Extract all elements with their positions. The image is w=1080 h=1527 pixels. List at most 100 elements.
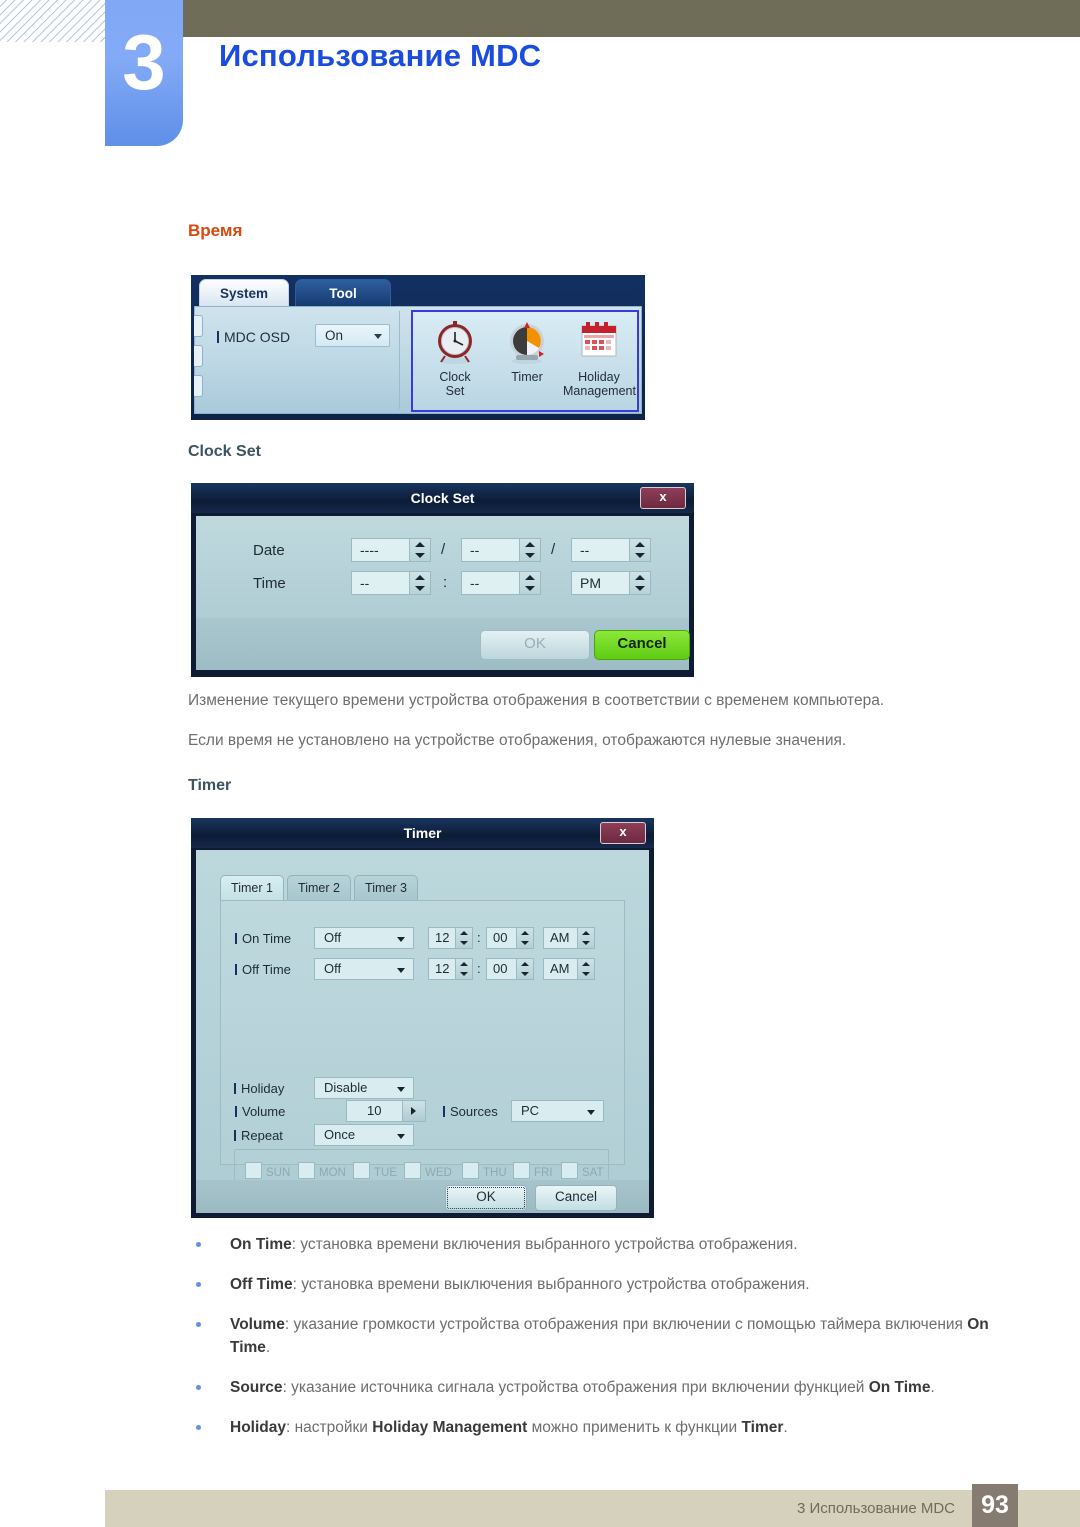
- off-time-mode-select[interactable]: Off: [314, 958, 414, 980]
- tool-clock-set-label1: Clock: [439, 370, 471, 384]
- date-month-value: --: [470, 542, 480, 558]
- bullet-tail: .: [783, 1418, 788, 1436]
- bullet-text: : установка времени включения выбранного…: [291, 1236, 798, 1253]
- checkbox[interactable]: [298, 1162, 315, 1179]
- spinner-buttons[interactable]: [629, 572, 650, 594]
- holiday-label: Holiday: [234, 1081, 284, 1096]
- panel-divider: [399, 311, 400, 409]
- timer-icon: [510, 322, 544, 364]
- time-hour-spinner[interactable]: --: [351, 571, 431, 595]
- weekday-mon[interactable]: MON: [298, 1162, 346, 1181]
- timer-footer: OK Cancel: [196, 1180, 649, 1213]
- tab-timer-1[interactable]: Timer 1: [220, 875, 284, 901]
- on-time-label: On Time: [235, 931, 291, 946]
- spinner-buttons[interactable]: [516, 928, 533, 948]
- date-separator-2: /: [551, 541, 556, 558]
- time-meridiem-spinner[interactable]: PM: [571, 571, 651, 595]
- clock-set-footer: OK Cancel: [196, 618, 690, 670]
- sources-select[interactable]: PC: [511, 1100, 604, 1122]
- date-day-value: --: [580, 542, 590, 558]
- weekday-tue[interactable]: TUE: [353, 1162, 397, 1181]
- tab-system[interactable]: System: [199, 279, 289, 307]
- spinner-buttons[interactable]: [409, 539, 430, 561]
- page-title: Использование MDC: [219, 38, 542, 73]
- bullet-text: : настройки: [285, 1418, 373, 1436]
- weekday-fri[interactable]: FRI: [513, 1162, 553, 1181]
- bullet-term: Source: [230, 1378, 283, 1396]
- spinner-buttons[interactable]: [519, 539, 540, 561]
- tool-clock-set[interactable]: Clock Set: [419, 318, 491, 399]
- checkbox[interactable]: [245, 1162, 262, 1179]
- timer-panel: On Time Off 12 : 00 AM Off Time Off 12:…: [220, 900, 625, 1165]
- repeat-select[interactable]: Once: [314, 1124, 414, 1146]
- weekday-label: THU: [483, 1167, 507, 1179]
- on-time-minute-spinner[interactable]: 00: [486, 927, 534, 949]
- off-time-minute-spinner[interactable]: 00: [486, 958, 534, 980]
- weekday-sun[interactable]: SUN: [245, 1162, 290, 1181]
- spinner-buttons[interactable]: [629, 539, 650, 561]
- on-time-meridiem-spinner[interactable]: AM: [543, 927, 595, 949]
- checkbox[interactable]: [561, 1162, 578, 1179]
- close-icon[interactable]: x: [600, 822, 646, 844]
- stepper-right-icon[interactable]: [402, 1101, 425, 1121]
- volume-stepper[interactable]: 10: [346, 1100, 426, 1122]
- bullet-text: : указание громкости устройства отображе…: [284, 1315, 968, 1333]
- mdc-osd-select[interactable]: On: [315, 324, 390, 347]
- chevron-down-icon: [397, 1087, 405, 1092]
- clock-set-body: Date Time ---- / -- / -- -- : -- PM: [196, 516, 689, 618]
- off-time-minute-value: 00: [493, 961, 508, 976]
- weekday-thu[interactable]: THU: [462, 1162, 507, 1181]
- sources-label: Sources: [443, 1104, 498, 1119]
- spinner-buttons[interactable]: [577, 928, 594, 948]
- timer-heading: Timer: [188, 777, 232, 794]
- bullet-holiday: Holiday: настройки Holiday Management мо…: [188, 1417, 1008, 1440]
- bullet-off-time: Off Time: установка времени выключения в…: [188, 1274, 1008, 1297]
- bullet-term: On Time: [230, 1236, 292, 1253]
- weekday-sat[interactable]: SAT: [561, 1162, 604, 1181]
- checkbox[interactable]: [462, 1162, 479, 1179]
- system-panel: System Tool MDC OSD On Clock Set Timer H…: [191, 275, 645, 420]
- spinner-buttons[interactable]: [519, 572, 540, 594]
- off-time-label: Off Time: [235, 962, 291, 977]
- timer-dialog: Timer x Timer 1 Timer 2 Timer 3 On Time …: [191, 818, 654, 1218]
- date-month-spinner[interactable]: --: [461, 538, 541, 562]
- ok-button[interactable]: OK: [445, 1185, 527, 1211]
- checkbox[interactable]: [513, 1162, 530, 1179]
- weekday-label: MON: [319, 1167, 346, 1179]
- header-bar: [183, 0, 1080, 37]
- chapter-number: 3: [122, 18, 166, 106]
- system-panel-body: MDC OSD On Clock Set Timer Holiday Manag…: [194, 306, 642, 414]
- spinner-buttons[interactable]: [455, 928, 472, 948]
- time-minute-spinner[interactable]: --: [461, 571, 541, 595]
- date-day-spinner[interactable]: --: [571, 538, 651, 562]
- tool-timer[interactable]: Timer: [491, 318, 563, 384]
- holiday-select[interactable]: Disable: [314, 1077, 414, 1099]
- off-time-hour-spinner[interactable]: 12: [428, 958, 473, 980]
- on-time-hour-spinner[interactable]: 12: [428, 927, 473, 949]
- tab-timer-2[interactable]: Timer 2: [287, 875, 351, 901]
- spinner-buttons[interactable]: [409, 572, 430, 594]
- tab-tool[interactable]: Tool: [295, 279, 391, 307]
- footer-text: 3 Использование MDC: [796, 1500, 955, 1517]
- cancel-button[interactable]: Cancel: [535, 1185, 617, 1211]
- calendar-icon: [581, 322, 617, 357]
- weekday-wed[interactable]: WED: [404, 1162, 452, 1181]
- spinner-buttons[interactable]: [577, 959, 594, 979]
- cancel-button[interactable]: Cancel: [594, 630, 690, 660]
- tool-holiday-management[interactable]: Holiday Management: [563, 318, 636, 399]
- label-tick-icon: [217, 331, 219, 343]
- checkbox[interactable]: [404, 1162, 421, 1179]
- tool-holiday-label1: Holiday: [578, 370, 620, 384]
- close-icon[interactable]: x: [640, 487, 686, 509]
- date-year-spinner[interactable]: ----: [351, 538, 431, 562]
- spinner-buttons[interactable]: [455, 959, 472, 979]
- chevron-down-icon: [587, 1110, 595, 1115]
- off-time-mode-value: Off: [324, 961, 342, 976]
- on-time-mode-select[interactable]: Off: [314, 927, 414, 949]
- tab-timer-3[interactable]: Timer 3: [354, 875, 418, 901]
- ok-button[interactable]: OK: [480, 630, 590, 660]
- weekday-label: FRI: [534, 1167, 553, 1179]
- checkbox[interactable]: [353, 1162, 370, 1179]
- off-time-meridiem-spinner[interactable]: AM: [543, 958, 595, 980]
- spinner-buttons[interactable]: [516, 959, 533, 979]
